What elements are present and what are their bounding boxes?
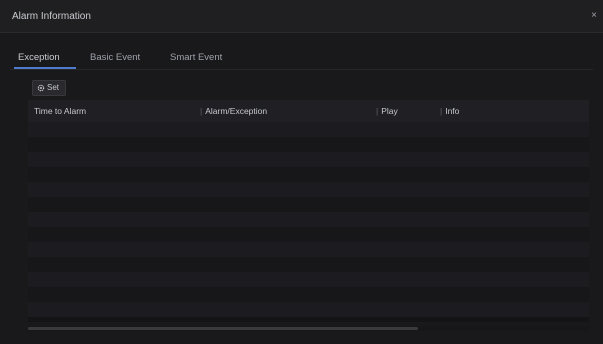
column-header-time-to-alarm[interactable]: Time to Alarm [34, 106, 86, 116]
table-row [28, 272, 589, 287]
alarm-table: Time to Alarm | Alarm/Exception | Play | In… [28, 100, 589, 322]
tab-exception[interactable]: Exception [14, 52, 76, 69]
window-title: Alarm Information [12, 11, 91, 22]
table-row [28, 182, 589, 197]
gear-icon [37, 84, 45, 92]
table-row [28, 227, 589, 242]
table-header: Time to Alarm | Alarm/Exception | Play | In… [28, 100, 589, 122]
set-button-label: Set [47, 83, 60, 92]
tab-label: Smart Event [170, 52, 223, 63]
table-row [28, 287, 589, 302]
column-header-play[interactable]: | Play [376, 106, 398, 116]
table-row [28, 137, 589, 152]
table-row [28, 167, 589, 182]
column-header-alarm-exception[interactable]: | Alarm/Exception [200, 106, 267, 116]
set-button[interactable]: Set [32, 80, 66, 96]
alarm-information-window: Alarm Information × Exception Basic Even… [0, 0, 603, 344]
table-row [28, 257, 589, 272]
title-bar: Alarm Information × [0, 0, 603, 33]
column-header-info[interactable]: | Info [440, 106, 459, 116]
table-row [28, 212, 589, 227]
tab-label: Basic Event [90, 52, 141, 63]
table-row [28, 122, 589, 137]
horizontal-scrollbar[interactable] [28, 326, 589, 331]
tab-label: Exception [18, 52, 60, 63]
table-row [28, 302, 589, 317]
scrollbar-thumb[interactable] [28, 327, 418, 330]
close-icon[interactable]: × [589, 10, 599, 22]
table-row [28, 152, 589, 167]
table-row [28, 197, 589, 212]
tab-basic-event[interactable]: Basic Event [90, 52, 140, 63]
table-row [28, 242, 589, 257]
tab-divider [10, 69, 593, 70]
tab-smart-event[interactable]: Smart Event [170, 52, 222, 63]
